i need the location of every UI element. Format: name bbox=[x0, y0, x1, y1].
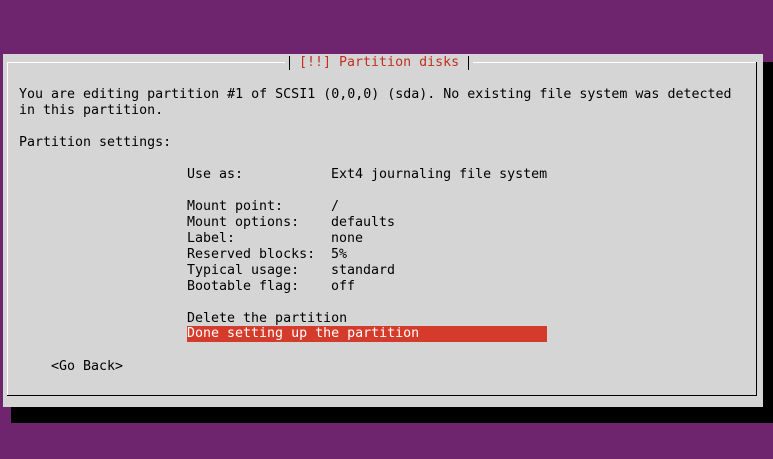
title-right-bar bbox=[468, 56, 470, 70]
setting-label-mount-options[interactable]: Mount options: bbox=[187, 215, 299, 231]
go-back-button[interactable]: <Go Back> bbox=[51, 359, 123, 375]
setting-value-bootable-flag[interactable]: off bbox=[331, 279, 355, 295]
dialog-title-wrap: [!!] Partition disks bbox=[285, 54, 474, 72]
settings-heading: Partition settings: bbox=[19, 135, 172, 150]
dialog-title: [!!] Partition disks bbox=[299, 55, 460, 70]
setting-label-bootable-flag[interactable]: Bootable flag: bbox=[187, 279, 299, 295]
description-line-2: in this partition. bbox=[19, 103, 164, 118]
setting-label-reserved-blocks[interactable]: Reserved blocks: bbox=[187, 247, 315, 263]
done-setting-up-label: Done setting up the partition bbox=[187, 326, 420, 341]
setting-label-label[interactable]: Label: bbox=[187, 231, 235, 247]
setting-value-mount-point[interactable]: / bbox=[331, 199, 339, 215]
setting-value-use-as[interactable]: Ext4 journaling file system bbox=[331, 167, 547, 183]
setting-label-typical-usage[interactable]: Typical usage: bbox=[187, 263, 299, 279]
delete-partition-option[interactable]: Delete the partition bbox=[187, 311, 347, 327]
setting-value-mount-options[interactable]: defaults bbox=[331, 215, 395, 231]
setting-value-reserved-blocks[interactable]: 5% bbox=[331, 247, 347, 263]
setting-label-use-as[interactable]: Use as: bbox=[187, 167, 243, 183]
partition-dialog: [!!] Partition disks You are editing par… bbox=[3, 54, 763, 407]
description-line-1: You are editing partition #1 of SCSI1 (0… bbox=[19, 87, 732, 102]
done-setting-up-option[interactable]: Done setting up the partition bbox=[187, 326, 547, 342]
setting-value-label[interactable]: none bbox=[331, 231, 363, 247]
setting-value-typical-usage[interactable]: standard bbox=[331, 263, 395, 279]
setting-label-mount-point[interactable]: Mount point: bbox=[187, 199, 283, 215]
